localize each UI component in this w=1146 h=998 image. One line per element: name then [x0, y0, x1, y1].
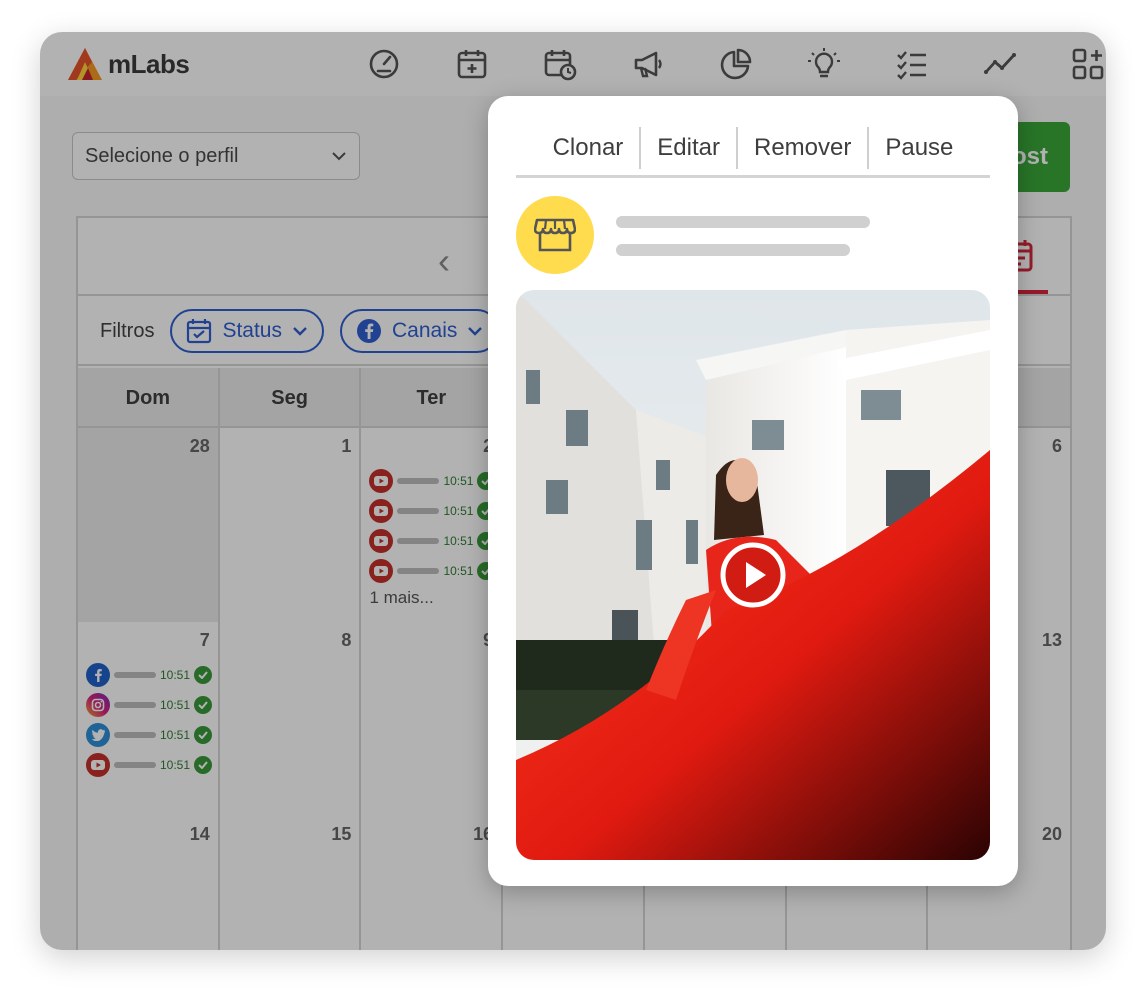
post-video-thumbnail[interactable]: [516, 290, 990, 860]
play-icon[interactable]: [720, 542, 786, 608]
profile-name-placeholder: [616, 216, 870, 228]
clone-button[interactable]: Clonar: [537, 134, 640, 162]
pause-button[interactable]: Pause: [869, 134, 969, 162]
profile-handle-placeholder: [616, 244, 850, 256]
avatar: [516, 196, 594, 274]
edit-button[interactable]: Editar: [641, 134, 736, 162]
post-preview-popup: Clonar Editar Remover Pause: [488, 96, 1018, 886]
remove-button[interactable]: Remover: [738, 134, 867, 162]
post-actions: Clonar Editar Remover Pause: [516, 120, 990, 178]
storefront-icon: [534, 218, 576, 252]
